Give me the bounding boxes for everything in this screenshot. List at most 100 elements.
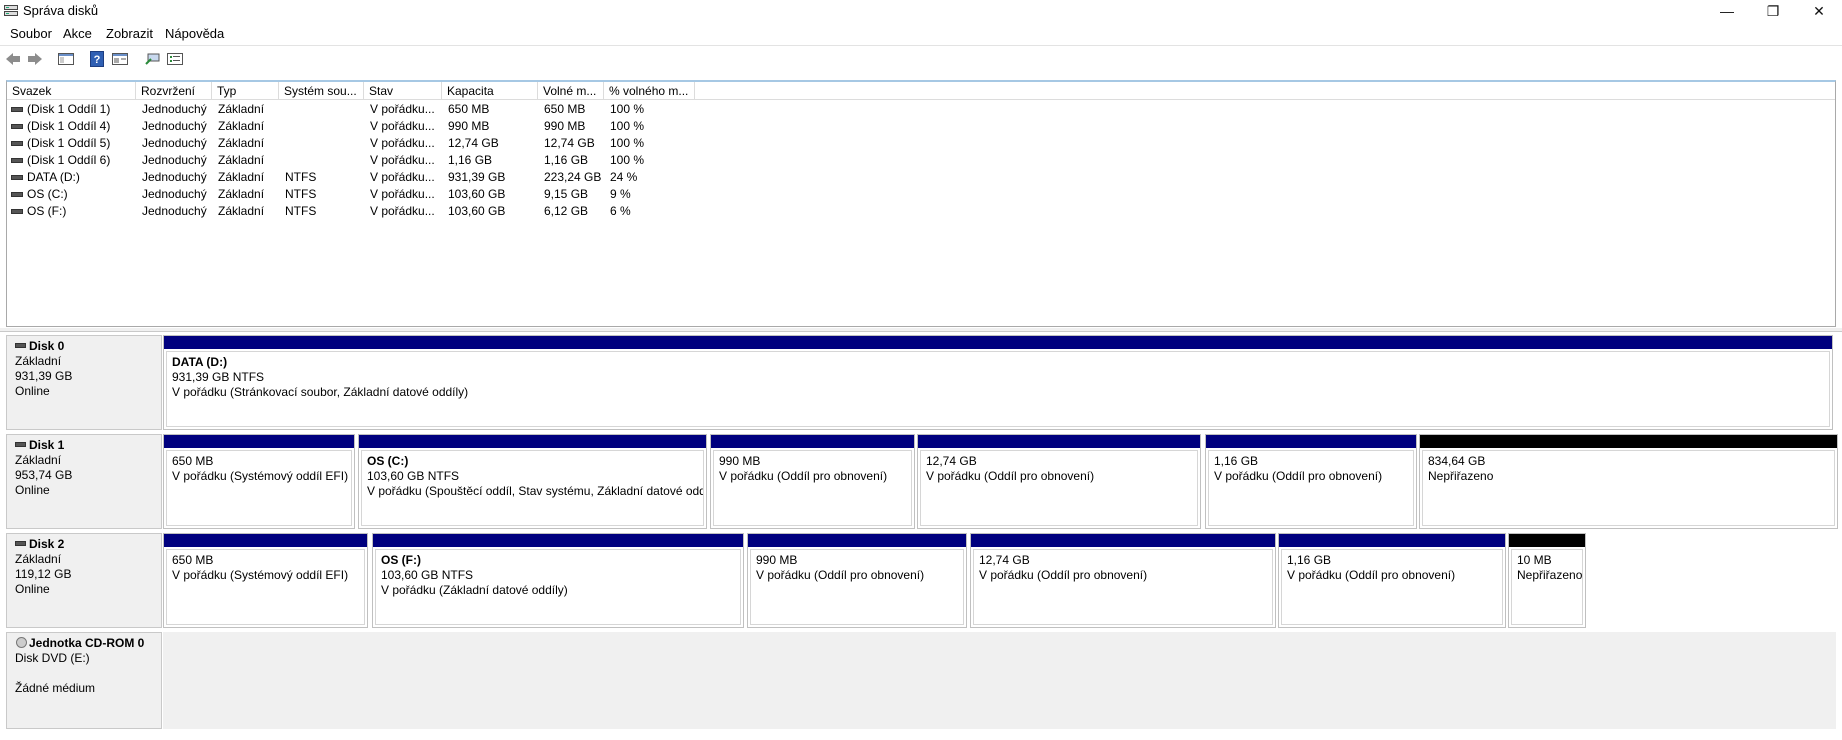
minimize-button[interactable]: — [1704, 0, 1750, 22]
partition-size: 834,64 GB [1428, 454, 1486, 468]
table-row[interactable]: OS (C:) Jednoduchý Základní NTFS V pořádku..… [7, 186, 707, 203]
volume-icon [11, 107, 23, 112]
partition-block[interactable]: DATA (D:) 931,39 GB NTFS V pořádku (Stránk… [163, 335, 1833, 430]
partition-size: 990 MB [719, 454, 761, 468]
table-row[interactable]: (Disk 1 Oddíl 4) Jednoduchý Základní V pořá… [7, 118, 707, 135]
help-button[interactable]: ? [89, 50, 105, 68]
cdrom-type: Disk DVD (E:) [15, 651, 90, 665]
disk-row: Disk 1 Základní 953,74 GB Online 650 MB V poř… [6, 434, 1838, 529]
table-cell: V pořádku... [370, 170, 435, 184]
partition-bar [971, 534, 1275, 547]
volume-icon [11, 124, 23, 129]
table-row[interactable]: DATA (D:) Jednoduchý Základní NTFS V pořádku… [7, 169, 707, 186]
disk-size: 953,74 GB [15, 468, 73, 482]
partition-body: 12,74 GB V pořádku (Oddíl pro obnovení) [920, 450, 1198, 526]
partition-status: V pořádku (Oddíl pro obnovení) [756, 568, 925, 582]
cdrom-info[interactable]: Jednotka CD-ROM 0 Disk DVD (E:) Žádné médi… [6, 632, 162, 729]
partition-block[interactable]: 990 MB V pořádku (Oddíl pro obnovení) [747, 533, 967, 628]
partition-size: 103,60 GB NTFS [381, 568, 474, 582]
table-cell: (Disk 1 Oddíl 6) [27, 153, 111, 167]
partition-size: 12,74 GB [979, 553, 1030, 567]
pane-splitter[interactable] [0, 328, 1842, 332]
partition-block[interactable]: 12,74 GB V pořádku (Oddíl pro obnovení) [970, 533, 1276, 628]
partition-bar [1279, 534, 1505, 547]
partition-status: V pořádku (Stránkovací soubor, Základní … [172, 385, 469, 399]
console-tree-icon [58, 53, 74, 65]
table-cell: 12,74 GB [448, 136, 499, 150]
column-procent-volneho[interactable]: % volného m... [604, 82, 695, 100]
disk-type: Základní [15, 354, 62, 368]
disk-info[interactable]: Disk 0 Základní 931,39 GB Online [6, 335, 162, 430]
partition-body: OS (C:) 103,60 GB NTFS V pořádku (Spouštěc… [361, 450, 704, 526]
cdrom-row: Jednotka CD-ROM 0 Disk DVD (E:) Žádné médi… [6, 632, 1836, 729]
partition-block[interactable]: 990 MB V pořádku (Oddíl pro obnovení) [710, 434, 915, 529]
back-button[interactable] [4, 50, 22, 68]
restore-button[interactable]: ❐ [1750, 0, 1796, 22]
partition-status: V pořádku (Systémový oddíl EFI) [172, 469, 349, 483]
table-cell: 103,60 GB [448, 204, 506, 218]
table-cell: OS (C:) [27, 187, 68, 201]
column-system-souboru[interactable]: Systém sou... [279, 82, 364, 100]
partition-block[interactable]: OS (F:) 103,60 GB NTFS V pořádku (Základní… [372, 533, 744, 628]
console-tree-button[interactable] [57, 50, 75, 68]
table-row[interactable]: OS (F:) Jednoduchý Základní NTFS V pořádku..… [7, 203, 707, 220]
toolbar: ? [0, 45, 1842, 71]
table-cell: 9,15 GB [544, 187, 589, 201]
disk-info[interactable]: Disk 2 Základní 119,12 GB Online [6, 533, 162, 628]
table-cell: V pořádku... [370, 153, 435, 167]
cdrom-media-area[interactable] [163, 632, 1836, 729]
window-title: Správa disků [23, 3, 99, 18]
table-cell: Jednoduchý [142, 204, 207, 218]
unallocated-bar [1420, 435, 1837, 448]
column-volne-misto[interactable]: Volné m... [538, 82, 604, 100]
disk-info[interactable]: Disk 1 Základní 953,74 GB Online [6, 434, 162, 529]
list-view-button[interactable] [166, 50, 184, 68]
table-cell: 223,24 GB [544, 170, 602, 184]
disk-type: Základní [15, 453, 62, 467]
menu-akce[interactable]: Akce [63, 26, 92, 41]
table-cell: NTFS [285, 187, 317, 201]
partition-block[interactable]: 650 MB V pořádku (Systémový oddíl EFI) [163, 533, 368, 628]
menu-zobrazit[interactable]: Zobrazit [106, 26, 153, 41]
table-cell: 100 % [610, 119, 645, 133]
forward-button[interactable] [26, 50, 44, 68]
unallocated-bar [1509, 534, 1585, 547]
table-row[interactable]: (Disk 1 Oddíl 6) Jednoduchý Základní V pořá… [7, 152, 707, 169]
partition-block[interactable]: 650 MB V pořádku (Systémový oddíl EFI) [163, 434, 355, 529]
volume-list[interactable]: Svazek Rozvržení Typ Systém sou... Stav … [6, 80, 1836, 327]
table-cell: 990 MB [448, 119, 490, 133]
partition-block[interactable]: 12,74 GB V pořádku (Oddíl pro obnovení) [917, 434, 1201, 529]
table-row[interactable]: (Disk 1 Oddíl 5) Jednoduchý Základní V pořá… [7, 135, 707, 152]
partition-block[interactable]: 1,16 GB V pořádku (Oddíl pro obnovení) [1278, 533, 1506, 628]
hard-disk-icon [15, 541, 26, 546]
hard-disk-icon [15, 442, 26, 447]
column-rozvrzeni[interactable]: Rozvržení [136, 82, 212, 100]
menu-napoveda[interactable]: Nápověda [165, 26, 224, 41]
menu-soubor[interactable]: Soubor [10, 26, 52, 41]
partition-body: 834,64 GB Nepřiřazeno [1422, 450, 1835, 526]
table-cell: Základní [218, 136, 265, 150]
partition-body: 10 MB Nepřiřazeno [1511, 549, 1583, 625]
column-typ[interactable]: Typ [212, 82, 279, 100]
cdrom-name-label: Jednotka CD-ROM 0 [29, 636, 145, 650]
disk-management-icon [4, 5, 18, 16]
properties-button[interactable] [111, 50, 129, 68]
connect-button[interactable] [144, 50, 162, 68]
table-cell: (Disk 1 Oddíl 4) [27, 119, 111, 133]
partition-size: 1,16 GB [1214, 454, 1259, 468]
table-row[interactable]: (Disk 1 Oddíl 1) Jednoduchý Základní V pořá… [7, 101, 707, 118]
close-button[interactable]: ✕ [1796, 0, 1842, 22]
disk-name-label: Disk 0 [29, 339, 65, 353]
partition-block[interactable]: OS (C:) 103,60 GB NTFS V pořádku (Spouštěc… [358, 434, 707, 529]
partition-block[interactable]: 834,64 GB Nepřiřazeno [1419, 434, 1838, 529]
column-kapacita[interactable]: Kapacita [442, 82, 538, 100]
cd-drive-icon [16, 637, 27, 648]
column-svazek[interactable]: Svazek [7, 82, 136, 100]
partition-block[interactable]: 10 MB Nepřiřazeno [1508, 533, 1586, 628]
table-cell: 100 % [610, 102, 645, 116]
partition-status: V pořádku (Oddíl pro obnovení) [1214, 469, 1383, 483]
partition-size: 1,16 GB [1287, 553, 1332, 567]
table-cell: 100 % [610, 136, 645, 150]
column-stav[interactable]: Stav [364, 82, 442, 100]
partition-block[interactable]: 1,16 GB V pořádku (Oddíl pro obnovení) [1205, 434, 1417, 529]
